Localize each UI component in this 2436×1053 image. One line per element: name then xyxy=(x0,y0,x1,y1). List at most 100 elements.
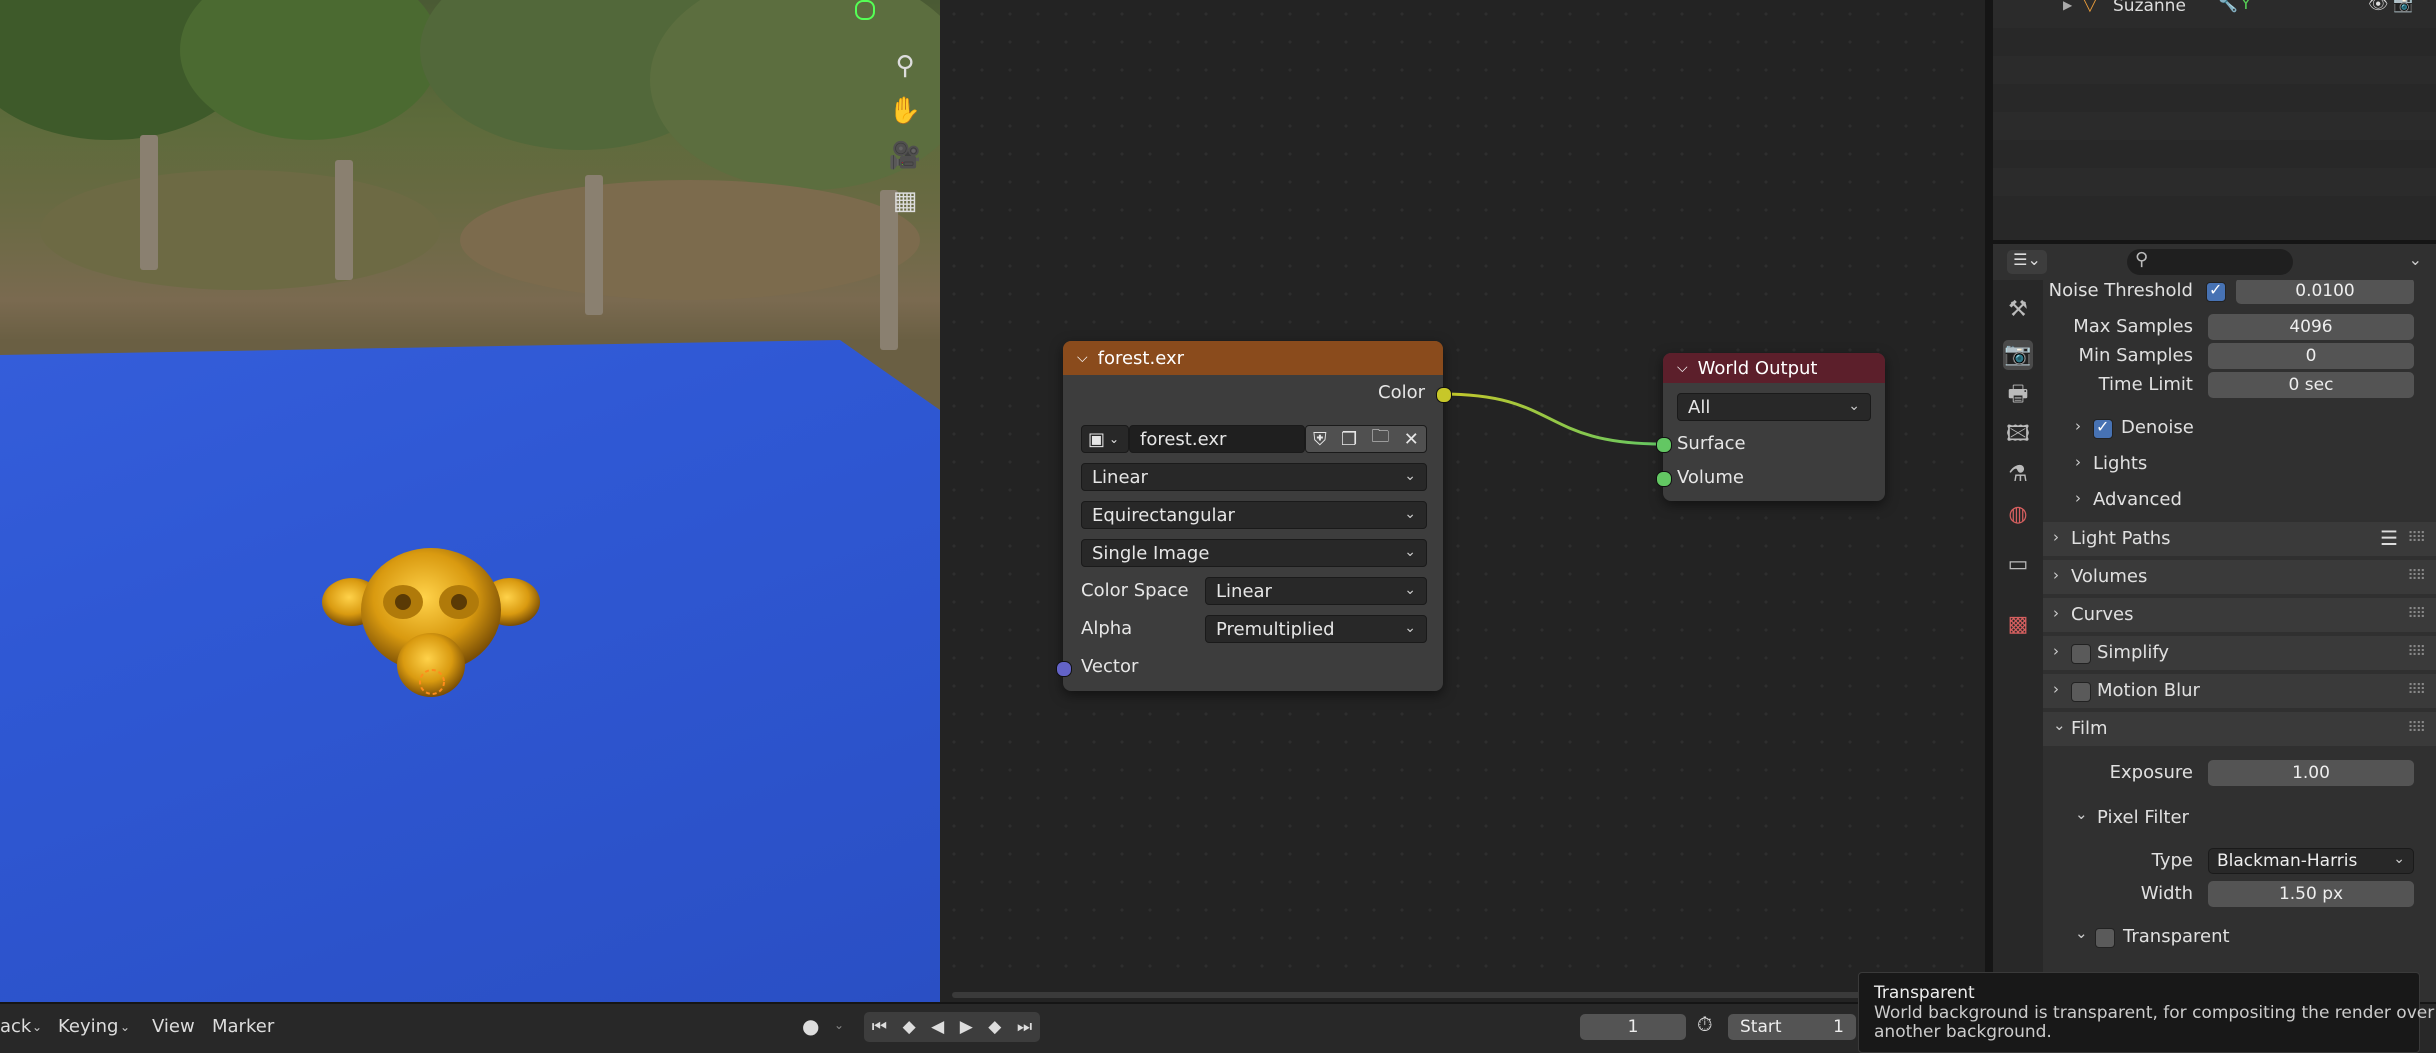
suzanne-monkey-object[interactable] xyxy=(320,540,540,710)
drag-grip-icon[interactable]: ⠿⠿ xyxy=(2407,682,2425,698)
transparent-checkbox[interactable] xyxy=(2095,928,2115,948)
max-samples-field[interactable]: 4096 xyxy=(2208,314,2414,340)
filter-width-field[interactable]: 1.50 px xyxy=(2208,881,2414,907)
navigation-gizmo-y-axis[interactable] xyxy=(855,0,875,20)
curves-panel[interactable]: › Curves ⠿⠿ xyxy=(2043,598,2436,632)
noise-threshold-checkbox[interactable] xyxy=(2206,280,2226,302)
outliner[interactable]: ▶ ▽ Suzanne 🔧 Y 👁 📷 xyxy=(1993,0,2436,240)
film-panel[interactable]: ⌄ Film ⠿⠿ xyxy=(2043,712,2436,746)
camera-view-icon[interactable]: 🎥 xyxy=(883,134,927,178)
light-paths-panel[interactable]: › Light Paths ☰ ⠿⠿ xyxy=(2043,522,2436,556)
close-icon[interactable]: ✕ xyxy=(1404,429,1419,450)
image-name-field[interactable]: forest.exr xyxy=(1129,425,1305,453)
3d-viewport[interactable]: ⚲ ✋ 🎥 ▦ xyxy=(0,0,940,1002)
motion-blur-checkbox[interactable] xyxy=(2071,682,2091,702)
play-reverse-icon[interactable]: ◀ xyxy=(931,1017,944,1037)
drag-grip-icon[interactable]: ⠿⠿ xyxy=(2407,606,2425,622)
pan-hand-icon[interactable]: ✋ xyxy=(883,89,927,133)
collection-properties-icon[interactable]: ▭ xyxy=(2003,550,2033,580)
volume-input-socket[interactable] xyxy=(1656,471,1672,487)
object-name[interactable]: Suzanne xyxy=(2113,0,2186,16)
drag-grip-icon[interactable]: ⠿⠿ xyxy=(2407,644,2425,660)
scene-properties-icon[interactable]: ⚗ xyxy=(2003,460,2033,490)
render-properties-icon[interactable]: 📷 xyxy=(2003,340,2033,370)
node-header[interactable]: ⌵ forest.exr xyxy=(1063,341,1443,375)
node-editor[interactable]: ⌵ forest.exr Color ▣ ⌄ forest.exr ⛨ ❐ 🗀 ✕… xyxy=(940,0,1985,1002)
jump-start-icon[interactable]: ⏮ xyxy=(872,1017,887,1037)
vector-input-socket[interactable] xyxy=(1056,661,1072,677)
node-header[interactable]: ⌵ World Output xyxy=(1663,353,1885,383)
surface-input-socket[interactable] xyxy=(1656,437,1672,453)
fake-user-shield-icon[interactable]: ⛨ xyxy=(1313,429,1327,450)
time-limit-field[interactable]: 0 sec xyxy=(2208,372,2414,398)
drag-grip-icon[interactable]: ⠿⠿ xyxy=(2407,720,2425,736)
chevron-down-icon: ⌄ xyxy=(834,1018,845,1032)
zoom-icon[interactable]: ⚲ xyxy=(883,44,927,88)
start-label: Start xyxy=(1740,1017,1782,1037)
visibility-eye-icon[interactable]: 👁 xyxy=(2368,0,2388,13)
alpha-dropdown[interactable]: Premultiplied ⌄ xyxy=(1205,615,1427,643)
world-output-node[interactable]: ⌵ World Output All ⌄ Surface Volume xyxy=(1663,353,1885,501)
simplify-checkbox[interactable] xyxy=(2071,644,2091,664)
image-icon: ▣ xyxy=(1088,428,1106,450)
horizontal-scrollbar[interactable] xyxy=(952,992,1972,998)
surface-input-label: Surface xyxy=(1677,433,1746,454)
properties-panel[interactable]: Noise Threshold 0.0100 Max Samples 4096 … xyxy=(2043,280,2436,1002)
play-icon[interactable]: ▶ xyxy=(960,1017,973,1037)
drag-grip-icon[interactable]: ⠿⠿ xyxy=(2407,530,2425,546)
collapse-chevron-icon[interactable]: ⌵ xyxy=(1677,360,1688,376)
image-browse-button[interactable]: ▣ ⌄ xyxy=(1081,425,1129,453)
projection-dropdown[interactable]: Equirectangular ⌄ xyxy=(1081,501,1427,529)
preview-range-stopwatch-icon[interactable]: ⏱ xyxy=(1697,1012,1713,1036)
simplify-panel[interactable]: › Simplify ⠿⠿ xyxy=(2043,636,2436,670)
alpha-label: Alpha xyxy=(1081,618,1133,639)
prev-keyframe-icon[interactable]: ◆ xyxy=(903,1017,916,1037)
auto-keying-record-icon[interactable]: ● xyxy=(802,1014,819,1038)
properties-search-input[interactable]: ⚲ xyxy=(2127,249,2293,275)
motion-blur-panel[interactable]: › Motion Blur ⠿⠿ xyxy=(2043,674,2436,708)
area-divider[interactable] xyxy=(1985,0,1993,1002)
options-chevron-icon[interactable]: ⌄ xyxy=(2409,250,2422,269)
pixel-filter-subpanel[interactable]: ⌄ Pixel Filter xyxy=(2075,801,2436,835)
duplicate-icon[interactable]: ❐ xyxy=(1341,429,1357,450)
open-folder-icon[interactable]: 🗀 xyxy=(1371,424,1389,454)
next-keyframe-icon[interactable]: ◆ xyxy=(988,1017,1001,1037)
marker-menu[interactable]: Marker xyxy=(212,1016,274,1037)
color-output-socket[interactable] xyxy=(1436,387,1452,403)
outliner-row[interactable]: ▶ ▽ Suzanne 🔧 Y 👁 📷 xyxy=(1993,0,2436,28)
output-properties-icon[interactable]: 🖶 xyxy=(2003,380,2033,410)
tool-settings-icon[interactable]: ⚒ xyxy=(2003,295,2033,325)
render-camera-icon[interactable]: 📷 xyxy=(2393,0,2413,13)
current-frame-field[interactable]: 1 xyxy=(1580,1014,1686,1040)
expand-arrow-icon[interactable]: ▶ xyxy=(2063,0,2072,12)
perspective-grid-icon[interactable]: ▦ xyxy=(883,179,927,223)
presets-list-icon[interactable]: ☰ xyxy=(2380,526,2398,550)
world-properties-icon[interactable]: ◍ xyxy=(2003,500,2033,530)
drag-grip-icon[interactable]: ⠿⠿ xyxy=(2407,568,2425,584)
lights-subpanel[interactable]: › Lights xyxy=(2075,447,2436,481)
filter-type-dropdown[interactable]: Blackman-Harris ⌄ xyxy=(2208,848,2414,874)
denoise-checkbox[interactable] xyxy=(2093,417,2113,439)
jump-end-icon[interactable]: ⏭ xyxy=(1017,1017,1032,1037)
min-samples-field[interactable]: 0 xyxy=(2208,343,2414,369)
noise-threshold-field[interactable]: 0.0100 xyxy=(2236,280,2414,304)
transparent-subpanel[interactable]: ⌄ Transparent xyxy=(2075,920,2436,954)
collapse-chevron-icon[interactable]: ⌵ xyxy=(1077,350,1088,366)
volumes-panel[interactable]: › Volumes ⠿⠿ xyxy=(2043,560,2436,594)
view-menu[interactable]: View xyxy=(152,1016,195,1037)
interpolation-dropdown[interactable]: Linear ⌄ xyxy=(1081,463,1427,491)
environment-texture-node[interactable]: ⌵ forest.exr Color ▣ ⌄ forest.exr ⛨ ❐ 🗀 ✕… xyxy=(1063,341,1443,691)
advanced-subpanel[interactable]: › Advanced xyxy=(2075,483,2436,517)
color-space-dropdown[interactable]: Linear ⌄ xyxy=(1205,577,1427,605)
keying-menu[interactable]: Keying xyxy=(58,1016,118,1037)
editor-type-icon[interactable]: ☰⌄ xyxy=(2007,250,2047,274)
playback-menu[interactable]: ack xyxy=(0,1016,31,1037)
exposure-field[interactable]: 1.00 xyxy=(2208,760,2414,786)
texture-properties-icon[interactable]: ▩ xyxy=(2003,610,2033,640)
min-samples-label: Min Samples xyxy=(2078,345,2193,366)
view-layer-icon[interactable]: 🖾 xyxy=(2003,420,2033,450)
image-source-dropdown[interactable]: Single Image ⌄ xyxy=(1081,539,1427,567)
denoise-subpanel[interactable]: › Denoise xyxy=(2075,411,2436,445)
start-frame-field[interactable]: Start 1 xyxy=(1728,1014,1856,1040)
target-dropdown[interactable]: All ⌄ xyxy=(1677,393,1871,421)
